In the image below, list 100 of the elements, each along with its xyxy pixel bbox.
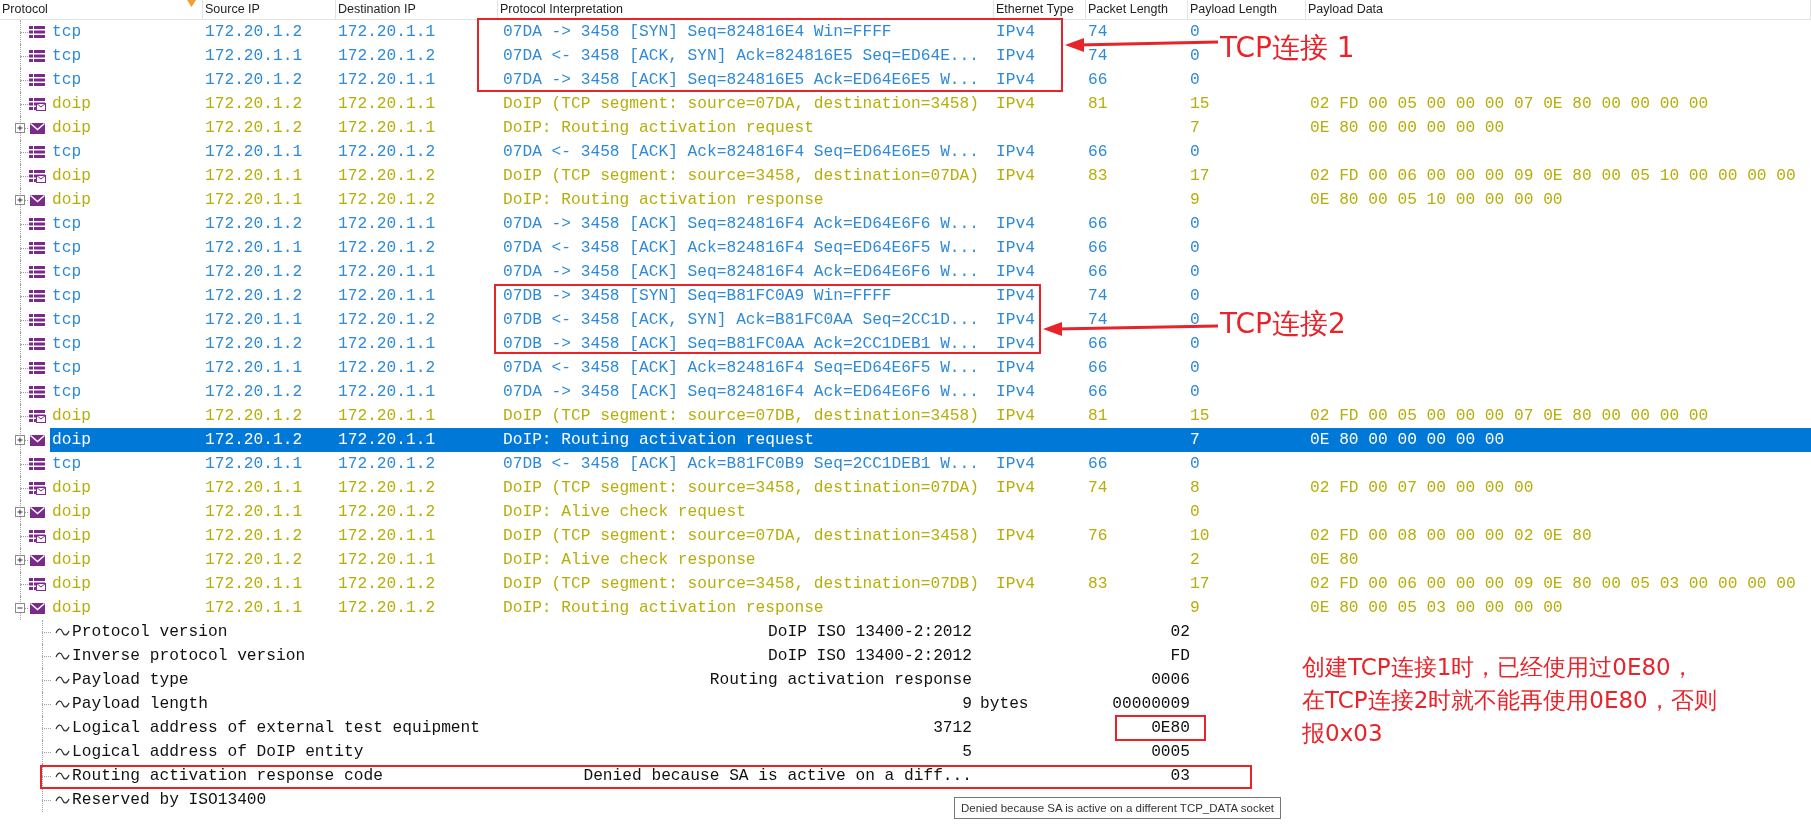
table-cell-text: 0E 80 00 05 03 00 00 00 00: [1310, 598, 1563, 619]
annotation-note: 报0x03: [1302, 719, 1383, 748]
table-cell-text: 02 FD 00 06 00 00 00 09 0E 80 00 05 10 00 00 00 00: [1310, 166, 1796, 187]
expand-toggle[interactable]: [15, 123, 25, 133]
table-cell-text: 8: [1190, 478, 1200, 499]
table-cell-text: 07DA <- 3458 [ACK, SYN] Ack=824816E5 Seq=ED64E...: [503, 46, 979, 67]
table-cell-text: 07DB <- 3458 [ACK] Ack=B81FC0B9 Seq=2CC1DEB1 W...: [503, 454, 979, 475]
table-cell-text: IPv4: [996, 238, 1035, 259]
table-cell-text: tcp: [52, 70, 82, 91]
table-cell-text: 66: [1088, 214, 1108, 235]
list-icon: [29, 26, 46, 39]
table-cell-text: DoIP: Alive check response: [503, 550, 756, 571]
table-cell-text: 0: [1190, 46, 1200, 67]
table-cell-text: 83: [1088, 574, 1108, 595]
table-cell-text: 02 FD 00 05 00 00 00 07 0E 80 00 00 00 00: [1310, 94, 1709, 115]
table-cell-text: 07DA -> 3458 [ACK] Seq=824816F4 Ack=ED64E6F6 W...: [503, 382, 979, 403]
list-icon: [29, 266, 46, 279]
table-cell-text: 66: [1088, 70, 1108, 91]
table-cell-text: doip: [52, 574, 91, 595]
table-cell-text: 81: [1088, 94, 1108, 115]
table-cell-text: 172.20.1.2: [205, 70, 303, 91]
table-cell-text: tcp: [52, 310, 82, 331]
table-cell-text: 0E 80 00 05 10 00 00 00 00: [1310, 190, 1563, 211]
column-header[interactable]: Protocol Interpretation: [498, 0, 994, 19]
table-cell-text: 172.20.1.2: [338, 478, 436, 499]
table-cell-text: tcp: [52, 286, 82, 307]
table-cell-text: 172.20.1.1: [338, 94, 436, 115]
column-header[interactable]: Payload Data: [1306, 0, 1811, 19]
table-cell-text: 17: [1190, 574, 1210, 595]
table-cell-text: 17: [1190, 166, 1210, 187]
expand-toggle[interactable]: [15, 507, 25, 517]
field-raw-value: 03: [1170, 767, 1190, 785]
table-cell-text: tcp: [52, 214, 82, 235]
table-cell-text: 172.20.1.2: [205, 22, 303, 43]
table-cell-text: 172.20.1.1: [338, 262, 436, 283]
table-cell-text: IPv4: [996, 382, 1035, 403]
column-header[interactable]: Destination IP: [336, 0, 498, 19]
expand-toggle[interactable]: [15, 195, 25, 205]
table-cell-text: 172.20.1.1: [338, 70, 436, 91]
callout-label: TCP连接 1: [1220, 31, 1355, 65]
field-name: Inverse protocol version: [72, 647, 306, 665]
table-cell-text: 02 FD 00 06 00 00 00 09 0E 80 00 05 03 00 00 00 00: [1310, 574, 1796, 595]
collapse-toggle[interactable]: [15, 603, 25, 613]
list-envelope-icon: [29, 578, 46, 591]
table-cell-text: IPv4: [996, 454, 1035, 475]
table-cell-text: DoIP (TCP segment: source=3458, destination=07DB): [503, 574, 979, 595]
list-icon: [29, 146, 46, 159]
list-icon: [29, 386, 46, 399]
table-cell-text: 07DA -> 3458 [ACK] Seq=824816F4 Ack=ED64E6F6 W...: [503, 214, 979, 235]
expand-toggle[interactable]: [15, 555, 25, 565]
table-cell-text: doip: [52, 118, 91, 139]
selected-row-highlight[interactable]: doip 172.20.1.2 172.20.1.1 DoIP: Routing activation request 7 0E 80 00 00 00 00 00: [50, 428, 1811, 452]
table-cell-text: tcp: [52, 334, 82, 355]
table-cell-text: 02 FD 00 05 00 00 00 07 0E 80 00 00 00 00: [1310, 406, 1709, 427]
table-cell-text: 0: [1190, 334, 1200, 355]
table-cell-text: 0: [1190, 358, 1200, 379]
table-cell-text: 172.20.1.1: [338, 526, 436, 547]
field-value: DoIP ISO 13400-2:2012: [768, 623, 972, 641]
table-cell-text: 66: [1088, 262, 1108, 283]
field-raw-value: 0006: [1151, 671, 1190, 689]
field-name: Protocol version: [72, 623, 228, 641]
envelope-icon: [29, 194, 46, 207]
table-cell-text: tcp: [52, 142, 82, 163]
table-cell-text: 74: [1088, 478, 1108, 499]
field-value: 9: [962, 695, 972, 713]
table-cell-text: 66: [1088, 142, 1108, 163]
list-icon: [29, 314, 46, 327]
list-icon: [29, 50, 46, 63]
table-cell-text: 07DA -> 3458 [SYN] Seq=824816E4 Win=FFFF: [503, 22, 892, 43]
expand-toggle[interactable]: [15, 435, 25, 445]
table-cell-text: doip: [52, 598, 91, 619]
field-unit: bytes: [980, 695, 1029, 713]
table-cell-text: 9: [1190, 190, 1200, 211]
column-header[interactable]: Ethernet Type: [994, 0, 1086, 19]
table-cell-text: DoIP: Alive check request: [503, 502, 746, 523]
column-header[interactable]: Protocol: [0, 0, 203, 19]
table-cell-text: DoIP (TCP segment: source=07DB, destination=3458): [503, 406, 979, 427]
table-cell-text: 172.20.1.2: [205, 334, 303, 355]
table-cell-text: 172.20.1.1: [338, 286, 436, 307]
table-cell-text: 172.20.1.2: [338, 238, 436, 259]
field-value: Routing activation response: [709, 671, 972, 689]
table-cell-text: 02 FD 00 07 00 00 00 00: [1310, 478, 1534, 499]
table-cell-text: 7: [1190, 118, 1200, 139]
table-cell-text: 76: [1088, 526, 1108, 547]
table-cell-text: 172.20.1.1: [205, 574, 303, 595]
table-cell-text: 0E 80: [1310, 550, 1359, 571]
table-cell-text: 07DA <- 3458 [ACK] Ack=824816F4 Seq=ED64E6E5 W...: [503, 142, 979, 163]
table-cell-text: IPv4: [996, 262, 1035, 283]
column-header[interactable]: Payload Length: [1188, 0, 1306, 19]
column-header[interactable]: Source IP: [203, 0, 336, 19]
field-name: Logical address of external test equipment: [72, 719, 480, 737]
table-cell-text: IPv4: [996, 286, 1035, 307]
hover-tooltip: Denied because SA is active on a different TCP_DATA socket: [954, 797, 1281, 819]
table-cell-text: doip: [52, 406, 91, 427]
list-envelope-icon: [29, 410, 46, 423]
column-header[interactable]: Packet Length: [1086, 0, 1188, 19]
annotation-note: 创建TCP连接1时，已经使用过0E80，: [1302, 653, 1694, 682]
table-cell-text: 172.20.1.2: [205, 286, 303, 307]
table-cell-text: 172.20.1.1: [205, 598, 303, 619]
table-cell-text: 10: [1190, 526, 1210, 547]
